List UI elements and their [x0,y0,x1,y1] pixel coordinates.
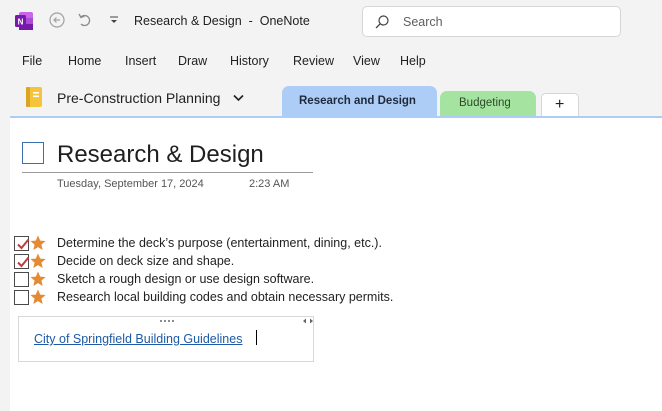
menu-insert[interactable]: Insert [125,54,156,68]
todo-item: Determine the deck’s purpose (entertainm… [14,234,434,252]
search-icon [375,15,389,29]
title-divider [22,172,313,173]
menu-history[interactable]: History [230,54,269,68]
drag-handle-icon[interactable] [159,318,175,324]
todo-text[interactable]: Sketch a rough design or use design soft… [57,272,314,286]
tab-label: Budgeting [459,97,511,109]
todo-item: Decide on deck size and shape. [14,252,434,270]
checkmark-icon [17,256,30,268]
todo-checkbox[interactable] [14,290,29,305]
search-input[interactable]: Search [362,6,621,37]
chevron-down-icon[interactable] [233,94,244,102]
star-icon[interactable] [30,289,46,305]
title-checkbox[interactable] [22,142,44,164]
menu-review[interactable]: Review [293,54,334,68]
todo-text[interactable]: Research local building codes and obtain… [57,290,393,304]
notebook-name[interactable]: Pre-Construction Planning [57,90,220,106]
star-icon[interactable] [30,235,46,251]
todo-checkbox[interactable] [14,236,30,251]
window-title: Research & Design - OneNote [134,14,310,28]
page-date: Tuesday, September 17, 2024 [57,178,204,190]
search-placeholder: Search [403,15,443,29]
tab-research-and-design[interactable]: Research and Design [282,86,437,116]
star-icon[interactable] [30,253,46,269]
menu-help[interactable]: Help [400,54,426,68]
tab-budgeting[interactable]: Budgeting [440,91,536,116]
page-time: 2:23 AM [249,178,290,190]
svg-text:N: N [18,18,24,27]
ribbon-menu: File Home Insert Draw History Review Vie… [0,48,662,74]
todo-item: Sketch a rough design or use design soft… [14,270,434,288]
onenote-logo-icon[interactable]: N [15,12,33,30]
building-guidelines-link[interactable]: City of Springfield Building Guidelines [34,332,242,346]
star-icon[interactable] [30,271,46,287]
plus-icon: + [555,96,565,113]
notebook-icon[interactable] [25,86,43,108]
note-container[interactable]: City of Springfield Building Guidelines [18,316,314,362]
menu-file[interactable]: File [22,54,42,68]
quick-access-dropdown-icon[interactable] [108,13,120,27]
menu-home[interactable]: Home [68,54,101,68]
page-title[interactable]: Research & Design [57,141,264,169]
back-icon[interactable] [49,11,65,29]
text-cursor [256,330,257,345]
todo-checkbox[interactable] [14,254,30,269]
title-bar: N Research & Design - OneNote Search [0,0,662,44]
todo-text[interactable]: Determine the deck’s purpose (entertainm… [57,236,382,250]
todo-item: Research local building codes and obtain… [14,288,434,306]
todo-text[interactable]: Decide on deck size and shape. [57,254,234,268]
checkmark-icon [17,238,30,250]
tab-label: Research and Design [299,95,416,107]
todo-checkbox[interactable] [14,272,29,287]
add-section-button[interactable]: + [541,93,579,116]
menu-view[interactable]: View [353,54,380,68]
resize-handle-icon[interactable] [302,318,314,324]
undo-icon[interactable] [77,11,93,29]
menu-draw[interactable]: Draw [178,54,207,68]
